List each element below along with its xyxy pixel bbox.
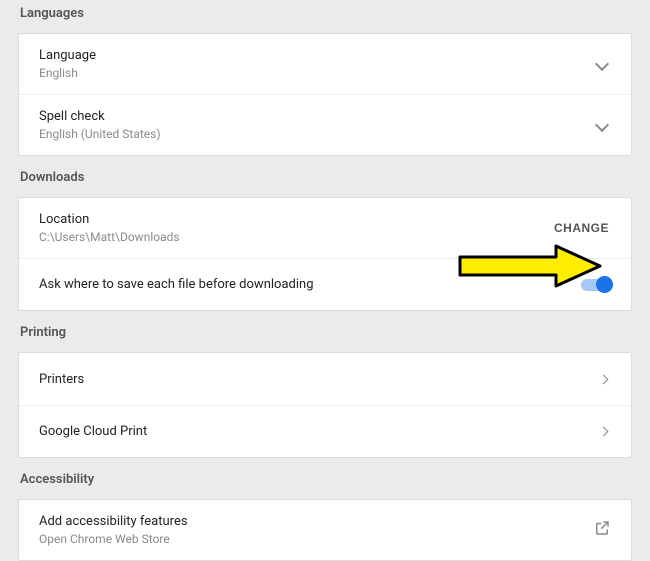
change-button[interactable]: CHANGE <box>544 215 619 241</box>
section-title-printing: Printing <box>18 311 632 352</box>
ask-where-title: Ask where to save each file before downl… <box>39 277 581 292</box>
add-accessibility-title: Add accessibility features <box>39 514 593 529</box>
language-row[interactable]: Language English <box>19 34 631 94</box>
spellcheck-value: English (United States) <box>39 127 597 141</box>
printers-title: Printers <box>39 372 600 387</box>
cloud-print-title: Google Cloud Print <box>39 424 600 439</box>
chevron-right-icon <box>599 427 609 437</box>
chevron-down-icon <box>595 57 609 71</box>
ask-where-row: Ask where to save each file before downl… <box>19 258 631 310</box>
external-link-icon <box>593 519 611 541</box>
accessibility-card: Add accessibility features Open Chrome W… <box>18 499 632 561</box>
language-value: English <box>39 66 597 80</box>
downloads-card: Location C:\Users\Matt\Downloads CHANGE … <box>18 197 632 311</box>
spellcheck-title: Spell check <box>39 109 597 124</box>
add-accessibility-sub: Open Chrome Web Store <box>39 532 593 546</box>
printers-row[interactable]: Printers <box>19 353 631 405</box>
language-title: Language <box>39 48 597 63</box>
location-title: Location <box>39 212 544 227</box>
printing-card: Printers Google Cloud Print <box>18 352 632 458</box>
location-path: C:\Users\Matt\Downloads <box>39 230 544 244</box>
download-location-row: Location C:\Users\Matt\Downloads CHANGE <box>19 198 631 258</box>
spellcheck-row[interactable]: Spell check English (United States) <box>19 94 631 155</box>
section-title-accessibility: Accessibility <box>18 458 632 499</box>
chevron-down-icon <box>595 118 609 132</box>
section-title-languages: Languages <box>18 0 632 33</box>
ask-where-toggle[interactable] <box>581 279 611 291</box>
section-title-downloads: Downloads <box>18 156 632 197</box>
languages-card: Language English Spell check English (Un… <box>18 33 632 156</box>
add-accessibility-row[interactable]: Add accessibility features Open Chrome W… <box>19 500 631 560</box>
cloud-print-row[interactable]: Google Cloud Print <box>19 405 631 457</box>
chevron-right-icon <box>599 374 609 384</box>
